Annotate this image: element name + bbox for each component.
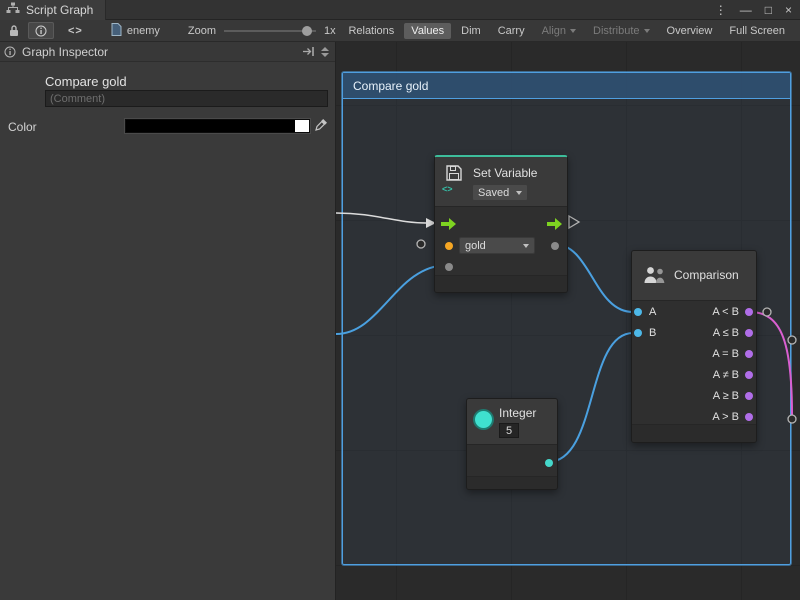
graph-inspector-panel: Graph Inspector Compare gold Color — [0, 42, 335, 600]
chevron-down-icon — [321, 53, 329, 57]
code-view-toggle[interactable]: <> — [68, 25, 83, 37]
toolbar-buttons: Relations Values Dim Carry Align Distrib… — [341, 23, 796, 39]
graph-reference[interactable]: enemy — [111, 23, 160, 39]
integer-header[interactable]: Integer 5 — [467, 399, 557, 445]
node-set-variable[interactable]: <> Set Variable Saved gold — [434, 155, 568, 293]
align-dropdown-button[interactable]: Align — [535, 23, 583, 39]
flow-in-arrow-icon[interactable] — [441, 218, 457, 233]
variable-code-icon: <> — [442, 184, 453, 194]
dock-right-icon[interactable] — [302, 46, 315, 57]
caret-down-icon — [570, 29, 576, 33]
comparison-output-row[interactable]: A < B — [712, 301, 753, 322]
input-port-a[interactable] — [634, 308, 642, 316]
close-icon[interactable]: × — [785, 3, 792, 17]
window-controls: ⋮ — □ × — [715, 3, 800, 17]
caret-down-icon — [644, 29, 650, 33]
graph-toolbar: <> enemy Zoom 1x Relations Values Dim Ca… — [0, 20, 800, 42]
panel-resize-handle[interactable] — [321, 47, 331, 57]
node-footer — [435, 275, 567, 292]
inspect-toggle-button[interactable] — [28, 22, 54, 39]
color-field-label: Color — [8, 120, 37, 134]
output-port[interactable] — [745, 329, 753, 337]
info-icon — [4, 46, 16, 58]
comparison-input-a[interactable]: A — [632, 301, 656, 322]
integer-output-port[interactable] — [545, 459, 553, 467]
group-title: Compare gold — [353, 79, 428, 93]
zoom-label: Zoom — [188, 25, 216, 37]
flow-out-arrow-icon[interactable] — [547, 218, 563, 233]
caret-down-icon — [516, 191, 522, 195]
info-icon — [35, 25, 47, 37]
tab-script-graph[interactable]: Script Graph — [0, 0, 106, 20]
graph-canvas[interactable]: Compare gold — [335, 42, 800, 600]
output-port[interactable] — [745, 371, 753, 379]
graph-name-label: enemy — [127, 25, 160, 37]
zoom-value: 1x — [324, 25, 336, 37]
output-port[interactable] — [745, 308, 753, 316]
distribute-dropdown-button[interactable]: Distribute — [586, 23, 656, 39]
node-title: Integer — [499, 406, 536, 420]
graph-inspector-title: Graph Inspector — [22, 45, 108, 59]
comparison-output-row[interactable]: A ≥ B — [713, 385, 753, 406]
window-menu-icon[interactable]: ⋮ — [715, 3, 727, 17]
tab-title: Script Graph — [26, 3, 93, 17]
comparison-output-row[interactable]: A ≤ B — [713, 322, 753, 343]
set-variable-header[interactable]: <> Set Variable Saved — [435, 157, 567, 207]
maximize-icon[interactable]: □ — [765, 3, 772, 17]
relations-button[interactable]: Relations — [341, 23, 401, 39]
group-header[interactable]: Compare gold — [343, 73, 790, 99]
comparison-output-row[interactable]: A = B — [712, 343, 753, 364]
comparison-people-icon — [642, 265, 668, 288]
node-title: Comparison — [674, 268, 739, 282]
comment-input[interactable] — [45, 90, 328, 107]
comparison-output-row[interactable]: A ≠ B — [713, 364, 753, 385]
lock-icon[interactable] — [4, 22, 24, 40]
variable-name-dropdown[interactable]: gold — [459, 237, 535, 254]
node-integer[interactable]: Integer 5 — [466, 398, 558, 490]
caret-down-icon — [523, 244, 529, 248]
output-port[interactable] — [745, 413, 753, 421]
node-footer — [467, 476, 557, 489]
comparison-input-b[interactable]: B — [632, 322, 656, 343]
unity-script-graph-window: Script Graph ⋮ — □ × <> — [0, 0, 800, 600]
comparison-header[interactable]: Comparison — [632, 251, 756, 301]
color-swatch[interactable] — [125, 119, 310, 133]
graph-inspector-header: Graph Inspector — [0, 42, 335, 62]
node-footer — [632, 424, 756, 442]
title-bar: Script Graph ⋮ — □ × — [0, 0, 800, 20]
input-port-b[interactable] — [634, 329, 642, 337]
node-title: Set Variable — [473, 166, 537, 180]
values-button[interactable]: Values — [404, 23, 451, 39]
minimize-icon[interactable]: — — [740, 3, 752, 17]
eyedropper-icon[interactable] — [315, 118, 328, 136]
variable-name-port[interactable] — [445, 242, 453, 250]
output-port[interactable] — [745, 392, 753, 400]
chevron-up-icon — [321, 47, 329, 51]
graph-title-label: Compare gold — [45, 74, 127, 89]
script-file-icon — [111, 23, 122, 39]
carry-button[interactable]: Carry — [491, 23, 532, 39]
node-comparison[interactable]: Comparison A B A < B A ≤ B A = B — [631, 250, 757, 443]
integer-value-field[interactable]: 5 — [499, 423, 519, 438]
save-floppy-icon — [444, 163, 464, 186]
value-input-port[interactable] — [445, 263, 453, 271]
dim-button[interactable]: Dim — [454, 23, 488, 39]
value-output-port[interactable] — [551, 242, 559, 250]
full-screen-button[interactable]: Full Screen — [722, 23, 792, 39]
script-graph-icon — [6, 2, 20, 17]
zoom-slider[interactable] — [224, 24, 316, 38]
integer-circle-icon — [475, 411, 492, 428]
output-port[interactable] — [745, 350, 753, 358]
zoom-slider-knob[interactable] — [302, 26, 312, 36]
variable-kind-dropdown[interactable]: Saved — [472, 184, 528, 201]
overview-button[interactable]: Overview — [660, 23, 720, 39]
color-alpha-strip — [295, 120, 309, 132]
